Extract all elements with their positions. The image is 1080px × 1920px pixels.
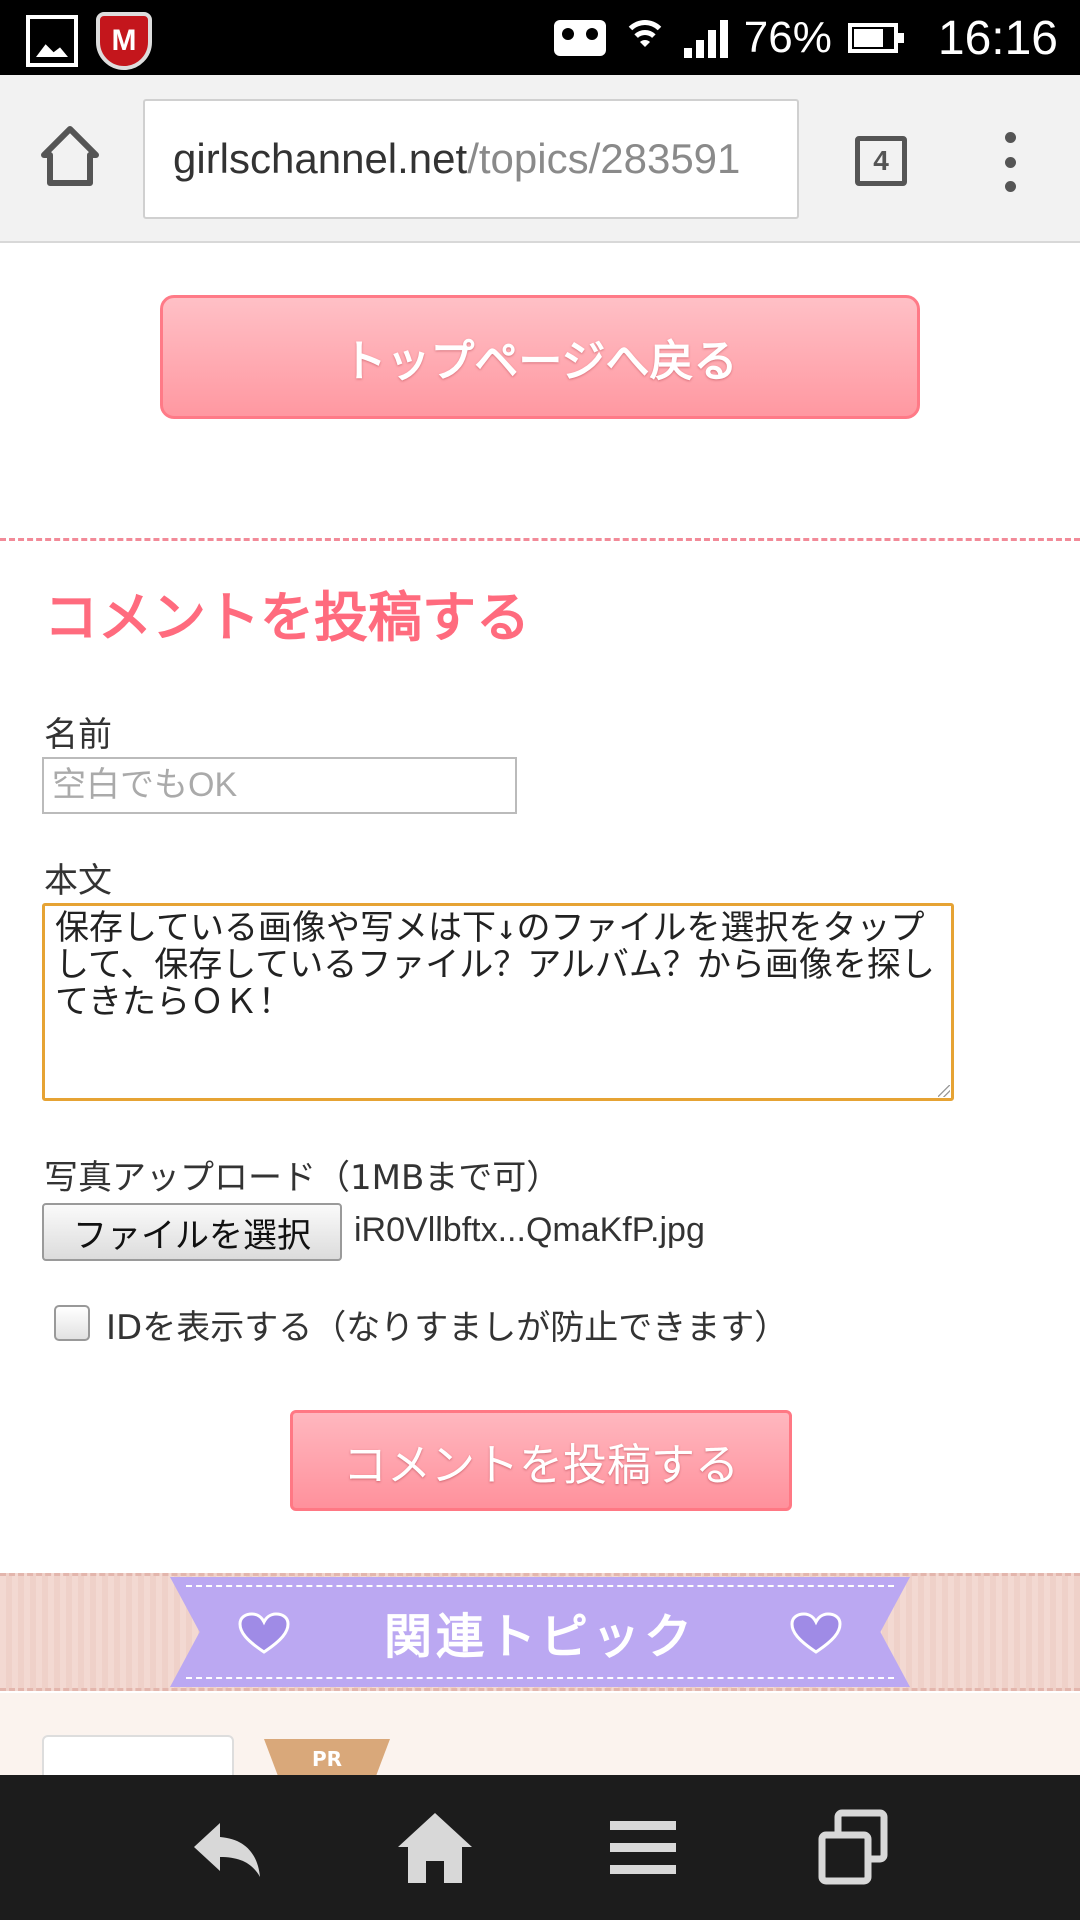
home-icon[interactable] (390, 1803, 480, 1893)
show-id-label[interactable]: IDを表示する（なりすましが防止できます） (106, 1300, 788, 1349)
back-icon[interactable] (182, 1803, 272, 1893)
mcafee-icon: M (96, 12, 152, 70)
show-id-checkbox[interactable] (54, 1305, 90, 1341)
battery-percent: 76% (743, 13, 832, 62)
choose-file-button[interactable]: ファイルを選択 (42, 1203, 342, 1261)
heart-icon (238, 1612, 290, 1654)
browser-toolbar: girlschannel.net/topics/283591 4 (0, 75, 1080, 243)
status-bar: M 76% 16:16 (0, 0, 1080, 75)
signal-icon (683, 18, 728, 58)
pr-badge: PR (264, 1739, 390, 1775)
body-textarea[interactable] (42, 903, 954, 1101)
heart-icon (790, 1612, 842, 1654)
submit-comment-button[interactable]: コメントを投稿する (290, 1410, 792, 1511)
comment-section-title: コメントを投稿する (44, 586, 530, 649)
url-bar[interactable]: girlschannel.net/topics/283591 (143, 99, 799, 219)
photo-upload-label: 写真アップロード（1MBまで可） (44, 1158, 561, 1198)
status-left: M (26, 12, 152, 70)
topic-thumbnail[interactable] (42, 1735, 234, 1775)
wifi-icon (621, 18, 668, 58)
name-label: 名前 (44, 715, 112, 755)
section-divider (0, 538, 1080, 541)
battery-icon (847, 23, 904, 53)
home-icon[interactable] (40, 125, 100, 187)
textarea-resize-handle[interactable] (938, 1085, 950, 1097)
recent-apps-icon[interactable] (808, 1803, 898, 1893)
name-input[interactable] (42, 757, 517, 814)
related-topics-title: 関連トピック (383, 1609, 696, 1665)
menu-icon[interactable] (598, 1803, 688, 1893)
page-content: トップページへ戻る コメントを投稿する 名前 本文 写真アップロード（1MBまで… (0, 245, 1080, 1775)
status-right: 76% 16:16 (553, 8, 1058, 68)
tab-switcher-icon[interactable]: 4 (855, 136, 907, 186)
clock: 16:16 (937, 11, 1058, 65)
gallery-icon (26, 15, 78, 67)
voicemail-icon (553, 20, 606, 56)
overflow-menu-icon[interactable] (998, 132, 1022, 192)
back-to-top-button[interactable]: トップページへ戻る (160, 295, 920, 419)
system-nav-bar (0, 1775, 1080, 1920)
url-host: girlschannel.net (173, 135, 468, 182)
selected-file-name: iR0Vllbftx...QmaKfP.jpg (354, 1211, 705, 1249)
body-label: 本文 (44, 861, 112, 901)
url-path: /topics/283591 (467, 135, 741, 182)
